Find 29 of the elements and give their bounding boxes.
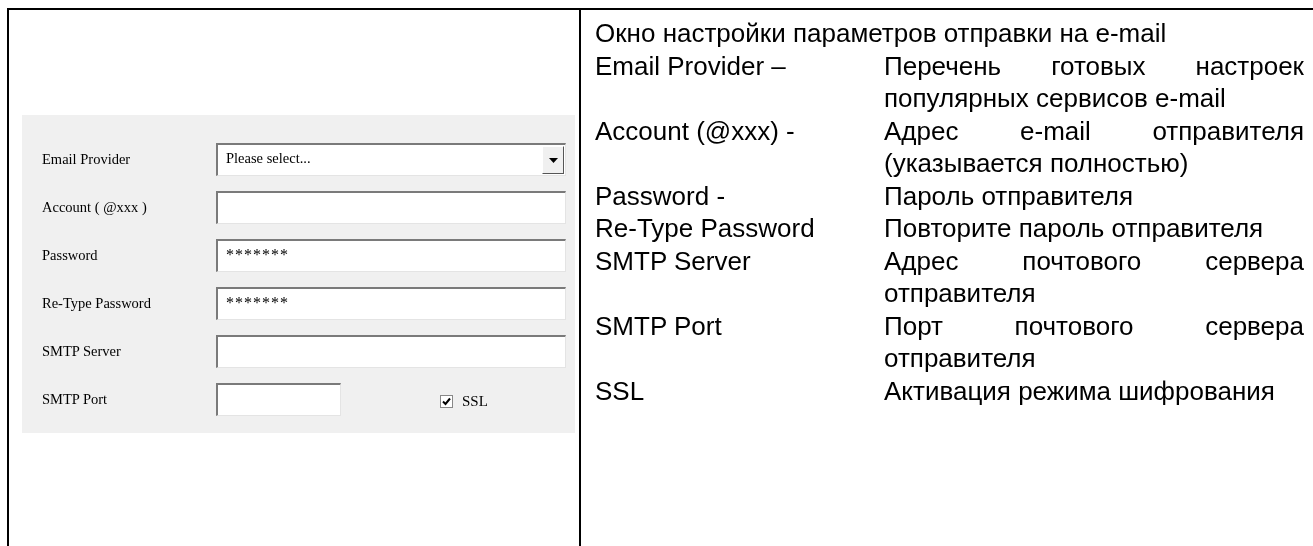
ssl-checkbox[interactable] [440, 395, 453, 408]
field-name: Account (@xxx) - [595, 114, 796, 148]
field-label: SMTP Server [42, 343, 122, 360]
field-description: Адрес почтового сервера отправителя [884, 244, 1304, 310]
input-field[interactable] [216, 191, 566, 224]
field-label: Re-Type Password [42, 295, 152, 312]
field-description: Перечень готовых настроек популярных сервисов e-mail [884, 49, 1304, 115]
field-label: Email Provider [42, 151, 132, 168]
input-field[interactable] [216, 335, 566, 368]
field-name: SMTP Server [595, 244, 752, 278]
field-description: Пароль отправителя [884, 179, 1135, 212]
field-name: Password - [595, 179, 727, 212]
field-description: Повторите пароль отправителя [884, 212, 1265, 245]
field-name: Email Provider – [595, 49, 787, 83]
field-description: Порт почтового сервера отправителя [884, 309, 1304, 375]
provider-dropdown[interactable]: Please select... [216, 143, 566, 176]
password-field[interactable]: ******* [216, 287, 566, 320]
field-name: Re-Type Password [595, 212, 816, 245]
ssl-label: SSL [462, 393, 488, 410]
field-label: SMTP Port [42, 391, 109, 408]
description-title: Окно настройки параметров отправки на e-mail [595, 17, 1168, 50]
field-label: Account ( @xxx ) [42, 199, 148, 216]
field-description: Активация режима шифрования [884, 374, 1276, 407]
field-name: SMTP Port [595, 309, 723, 343]
password-field[interactable]: ******* [216, 239, 566, 272]
field-name: SSL [595, 374, 646, 407]
field-description: Адрес e-mail отправителя (указывается полностью) [884, 114, 1304, 180]
field-label: Password [42, 247, 99, 264]
input-field[interactable] [216, 383, 341, 416]
